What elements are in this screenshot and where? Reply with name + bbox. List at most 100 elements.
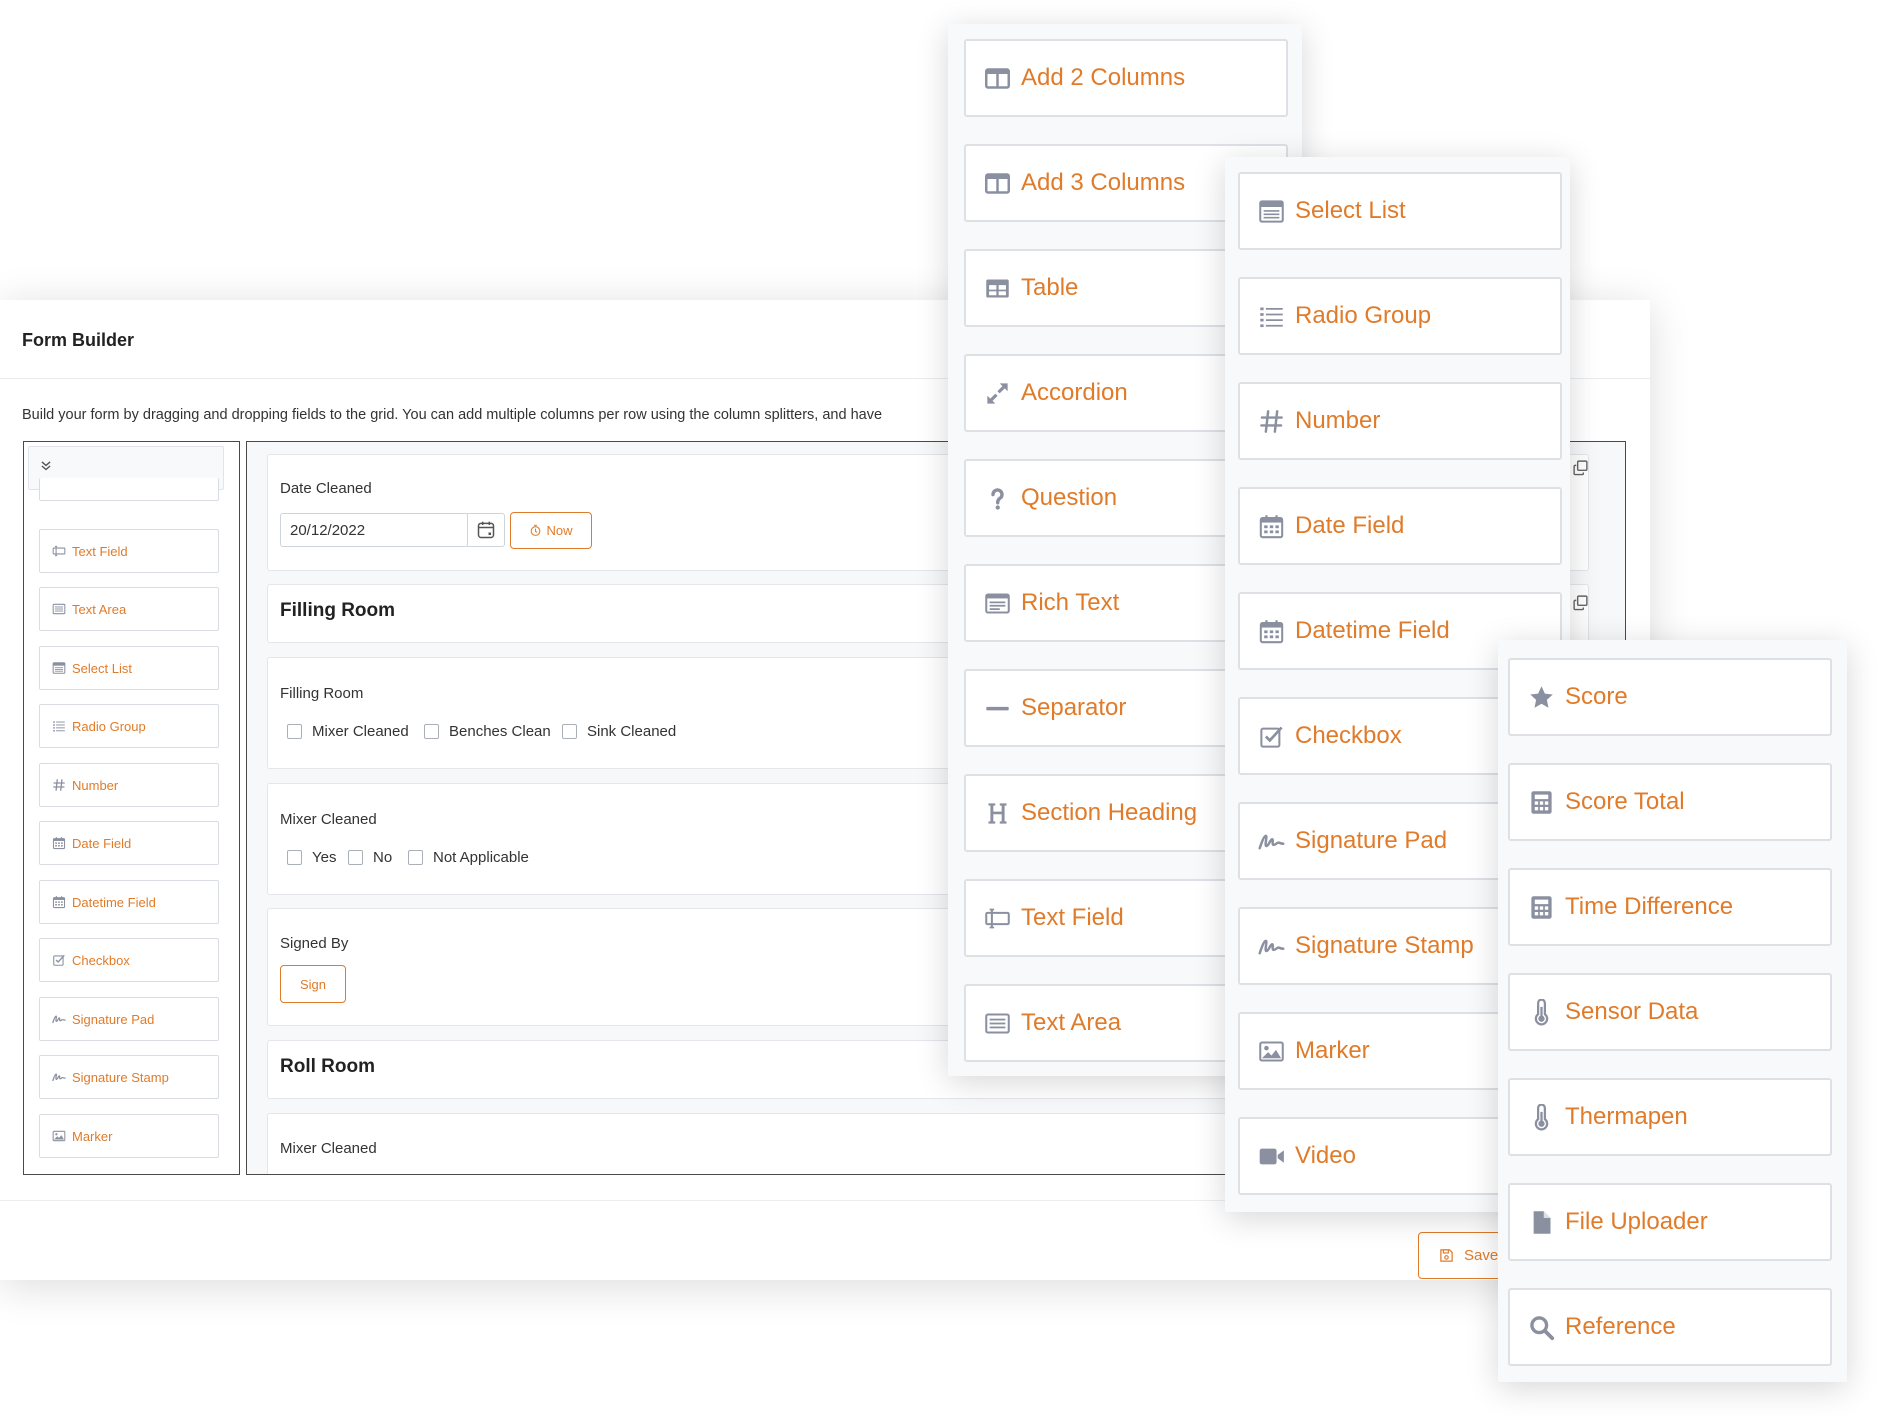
sidebar-item-signature-pad[interactable]: Signature Pad: [39, 997, 219, 1041]
option-label: Mixer Cleaned: [312, 723, 409, 740]
calculator-icon: [1528, 789, 1555, 816]
palette-item-label: Score Total: [1565, 788, 1685, 815]
palette-item-reference[interactable]: Reference: [1508, 1288, 1832, 1366]
checkbox[interactable]: [562, 724, 577, 739]
palette-item-date-field[interactable]: Date Field: [1238, 487, 1562, 565]
calendar-icon: [1258, 618, 1285, 645]
palette-item-label: Marker: [1295, 1037, 1370, 1064]
palette-item-label: Section Heading: [1021, 799, 1198, 826]
sidebar-item-radio-group[interactable]: Radio Group: [39, 704, 219, 748]
palette-item-thermapen[interactable]: Thermapen: [1508, 1078, 1832, 1156]
calendar-picker-button[interactable]: [467, 513, 505, 547]
palette-item-file-uploader[interactable]: File Uploader: [1508, 1183, 1832, 1261]
checkbox[interactable]: [287, 724, 302, 739]
field-label: Date Cleaned: [280, 480, 372, 497]
sidebar-item-date-field[interactable]: Date Field: [39, 821, 219, 865]
palette-item-label: Add 3 Columns: [1021, 169, 1186, 196]
palette-item-label: Score: [1565, 683, 1628, 710]
option-label: No: [373, 849, 393, 866]
checkbox[interactable]: [424, 724, 439, 739]
option-no[interactable]: No: [348, 849, 392, 866]
text-area-icon: [52, 602, 66, 616]
palette-item-label: Date Field: [1295, 512, 1405, 539]
sidebar-item-select-list[interactable]: Select List: [39, 646, 219, 690]
thermometer-icon: [1528, 1104, 1555, 1131]
sidebar-item-label: Text Area: [72, 601, 127, 617]
field-sidebar: Text Field Text Area Select List Radio G…: [23, 441, 240, 1175]
option-benches-clean[interactable]: Benches Clean: [424, 723, 551, 740]
heading-icon: [984, 800, 1011, 827]
date-input[interactable]: 20/12/2022: [280, 513, 468, 547]
palette-item-label: Time Difference: [1565, 893, 1734, 920]
checkbox-icon: [52, 953, 66, 967]
palette-item-label: Number: [1295, 407, 1381, 434]
sidebar-item-marker[interactable]: Marker: [39, 1114, 219, 1158]
now-button[interactable]: Now: [510, 512, 592, 549]
option-not-applicable[interactable]: Not Applicable: [408, 849, 529, 866]
sidebar-item-number[interactable]: Number: [39, 763, 219, 807]
checkbox[interactable]: [408, 850, 423, 865]
text-field-icon: [52, 544, 66, 558]
advanced-palette: Score Score Total Time Difference Sensor…: [1498, 640, 1847, 1382]
sidebar-item-signature-stamp[interactable]: Signature Stamp: [39, 1055, 219, 1099]
sidebar-item-datetime-field[interactable]: Datetime Field: [39, 880, 219, 924]
save-icon: [1439, 1248, 1454, 1263]
text-field-icon: [984, 905, 1011, 932]
select-list-icon: [1258, 198, 1285, 225]
palette-item-score-total[interactable]: Score Total: [1508, 763, 1832, 841]
sidebar-item-partial[interactable]: [39, 478, 219, 501]
sidebar-item-text-area[interactable]: Text Area: [39, 587, 219, 631]
rich-text-icon: [984, 590, 1011, 617]
sidebar-item-checkbox[interactable]: Checkbox: [39, 938, 219, 982]
palette-item-label: Video: [1295, 1142, 1356, 1169]
option-label: Sink Cleaned: [587, 723, 677, 740]
palette-item-sensor-data[interactable]: Sensor Data: [1508, 973, 1832, 1051]
palette-item-label: Rich Text: [1021, 589, 1120, 616]
palette-item-label: Question: [1021, 484, 1118, 511]
list-icon: [1258, 303, 1285, 330]
palette-item-score[interactable]: Score: [1508, 658, 1832, 736]
clock-icon: [529, 524, 542, 537]
checkbox[interactable]: [287, 850, 302, 865]
sidebar-item-label: Date Field: [72, 835, 132, 851]
checkbox[interactable]: [348, 850, 363, 865]
sidebar-item-label: Signature Stamp: [72, 1069, 169, 1085]
copy-icon[interactable]: [1572, 459, 1589, 481]
calendar-icon: [52, 895, 66, 909]
field-label: Mixer Cleaned: [280, 1140, 377, 1157]
palette-item-time-difference[interactable]: Time Difference: [1508, 868, 1832, 946]
signature-icon: [52, 1012, 66, 1026]
option-yes[interactable]: Yes: [287, 849, 336, 866]
palette-item-label: Table: [1021, 274, 1079, 301]
text-area-icon: [984, 1010, 1011, 1037]
palette-item-add-2-columns[interactable]: Add 2 Columns: [964, 39, 1288, 117]
question-icon: [984, 485, 1011, 512]
now-label: Now: [546, 523, 573, 538]
option-label: Yes: [312, 849, 337, 866]
field-label: Signed By: [280, 935, 349, 952]
palette-item-label: Signature Pad: [1295, 827, 1448, 854]
calendar-icon: [52, 836, 66, 850]
select-list-icon: [52, 661, 66, 675]
palette-item-label: Signature Stamp: [1295, 932, 1474, 959]
hash-icon: [1258, 408, 1285, 435]
signature-icon: [52, 1070, 66, 1084]
palette-item-label: Datetime Field: [1295, 617, 1450, 644]
search-icon: [1528, 1314, 1555, 1341]
option-sink-cleaned[interactable]: Sink Cleaned: [562, 723, 676, 740]
sidebar-item-label: Text Field: [72, 543, 128, 559]
copy-icon[interactable]: [1572, 594, 1589, 616]
option-mixer-cleaned[interactable]: Mixer Cleaned: [287, 723, 409, 740]
sidebar-item-text-field[interactable]: Text Field: [39, 529, 219, 573]
image-icon: [1258, 1038, 1285, 1065]
columns-icon: [984, 170, 1011, 197]
palette-item-number[interactable]: Number: [1238, 382, 1562, 460]
save-label: Save: [1464, 1247, 1499, 1264]
palette-item-select-list[interactable]: Select List: [1238, 172, 1562, 250]
video-icon: [1258, 1143, 1285, 1170]
option-label: Not Applicable: [433, 849, 529, 866]
sign-button[interactable]: Sign: [280, 965, 346, 1003]
chevron-down-icon: [39, 459, 53, 476]
columns-icon: [984, 65, 1011, 92]
palette-item-radio-group[interactable]: Radio Group: [1238, 277, 1562, 355]
